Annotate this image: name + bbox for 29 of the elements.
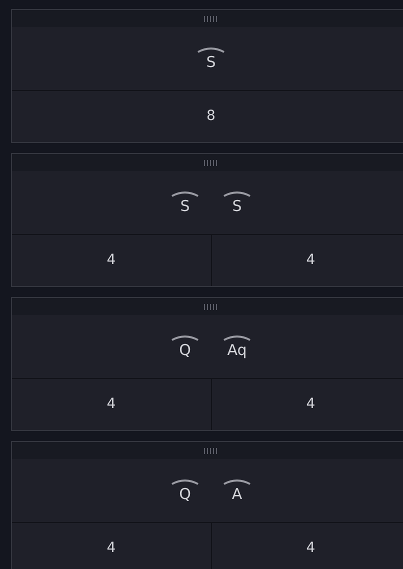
value-cell-text: 4 xyxy=(106,395,117,414)
drag-handle[interactable] xyxy=(12,298,403,315)
arc-icon xyxy=(171,334,199,340)
arc-icon xyxy=(197,46,225,52)
value-cell: 4 xyxy=(210,523,403,569)
value-cell: 4 xyxy=(210,235,403,286)
key-label: A xyxy=(232,484,242,502)
drag-handle[interactable] xyxy=(12,442,403,459)
grip-icon xyxy=(203,160,219,166)
drag-handle[interactable] xyxy=(12,10,403,27)
grip-icon xyxy=(203,304,219,310)
grip-icon xyxy=(203,16,219,22)
key-label: Q xyxy=(179,340,191,358)
key-label: S xyxy=(180,196,190,214)
value-cell-text: 8 xyxy=(206,107,216,126)
drag-handle[interactable] xyxy=(12,154,403,171)
value-cell: 4 xyxy=(210,379,403,430)
key-label: Q xyxy=(179,484,191,502)
arc-icon xyxy=(223,190,251,196)
arc-icon xyxy=(223,478,251,484)
value-cell-text: 4 xyxy=(106,539,117,558)
key-label: Aq xyxy=(227,340,247,358)
key-label: S xyxy=(206,52,216,70)
value-cell-text: 4 xyxy=(106,251,117,270)
arc-icon xyxy=(171,190,199,196)
arc-icon xyxy=(171,478,199,484)
grip-icon xyxy=(203,448,219,454)
key-label: S xyxy=(232,196,242,214)
arc-icon xyxy=(223,334,251,340)
